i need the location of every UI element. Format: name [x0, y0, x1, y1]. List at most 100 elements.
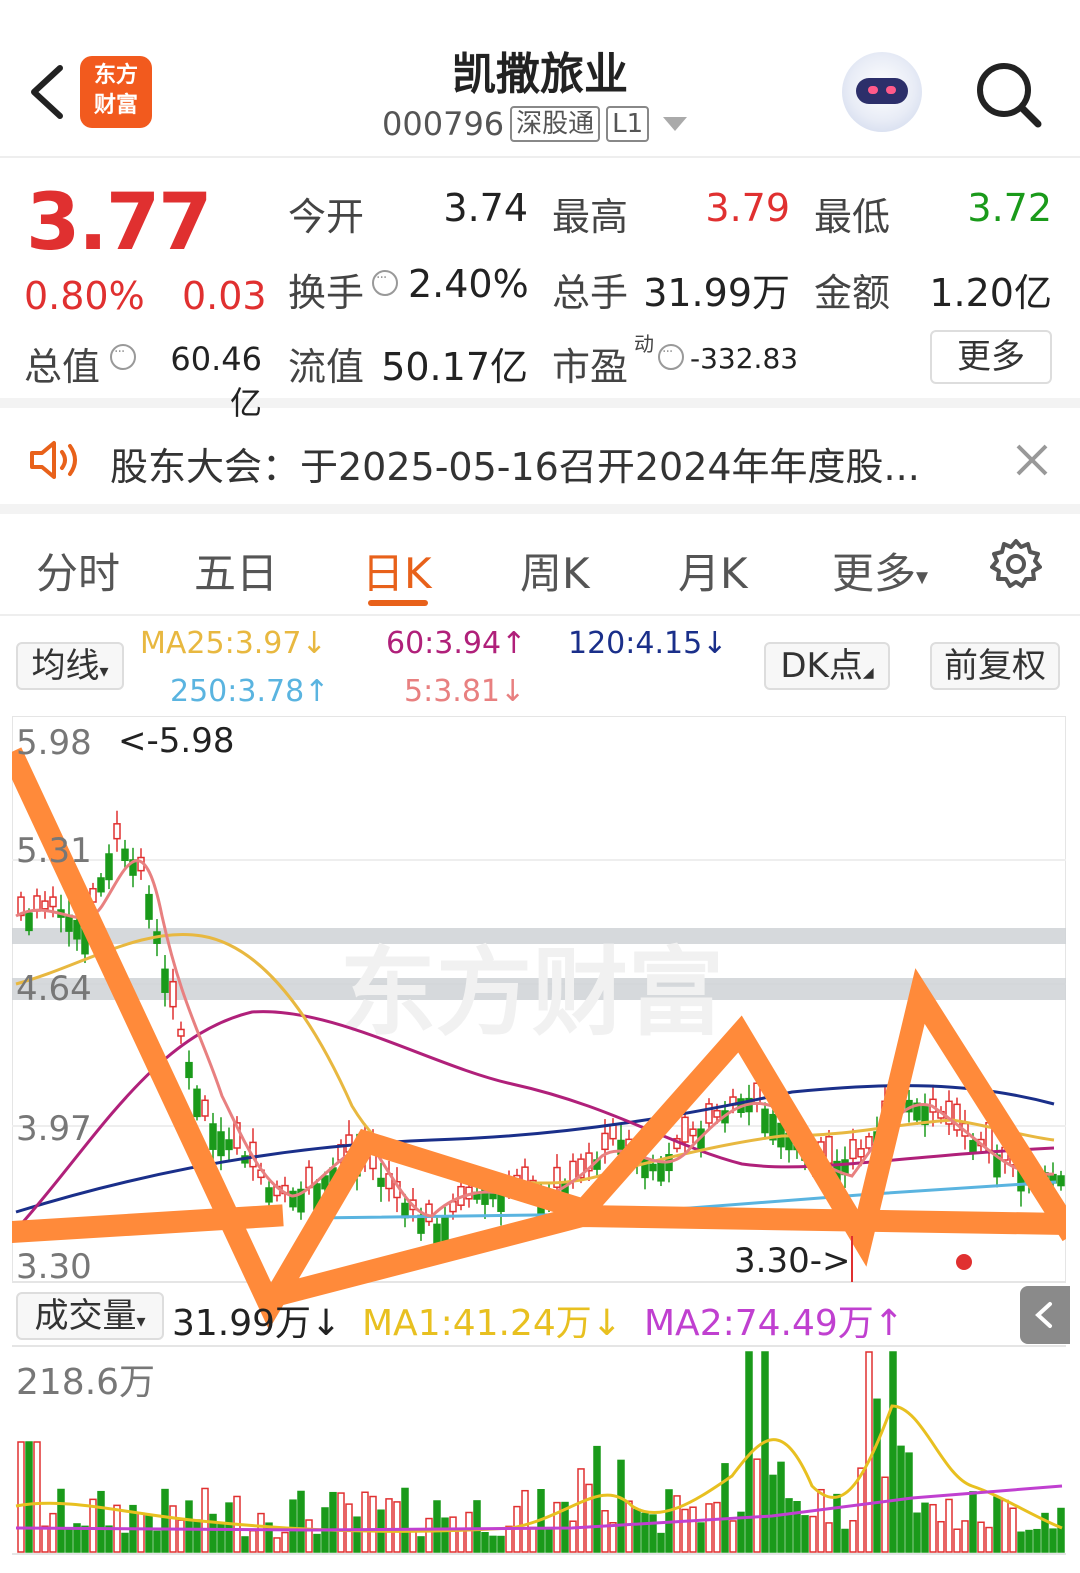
candle-body [201, 1099, 209, 1117]
candle-body [849, 1139, 857, 1160]
volume-bar [569, 1520, 577, 1553]
gear-icon[interactable] [990, 538, 1042, 590]
robot-assistant-icon[interactable] [842, 52, 922, 132]
volume-bar [529, 1526, 537, 1553]
dk-point-button[interactable]: DK点◢ [764, 642, 890, 690]
volume-selector-caret-icon: ▾ [136, 1311, 146, 1332]
volume-bar [313, 1533, 321, 1553]
volume-bar [617, 1459, 625, 1553]
volume-bar [41, 1525, 49, 1553]
volume-bar [441, 1517, 449, 1553]
candle-body [425, 1203, 433, 1223]
volume-bar [49, 1512, 57, 1553]
volume-bar [497, 1535, 505, 1553]
volume-bar [929, 1503, 937, 1553]
volume-bar [937, 1520, 945, 1553]
volume-bar [369, 1495, 377, 1553]
tab-monthly-k[interactable]: 月K [678, 540, 748, 601]
candle-body [169, 980, 177, 1008]
min-price-marker: 3.30-> [734, 1241, 850, 1281]
volume-bar [401, 1487, 409, 1553]
volume-bar [145, 1515, 153, 1553]
pe-info-icon[interactable] [658, 344, 684, 370]
volume-bar [521, 1489, 529, 1553]
ma60-label: 60:3.94↑ [386, 626, 527, 661]
tab-intraday[interactable]: 分时 [36, 540, 120, 601]
indicator-selector[interactable]: 均线▾ [16, 642, 124, 690]
volume-bar [329, 1491, 337, 1553]
active-tab-indicator [368, 600, 428, 606]
candle-body [41, 900, 49, 910]
stock-code-row[interactable]: 000796 深股通 L1 [382, 104, 688, 144]
amount-label: 金额 [814, 271, 891, 315]
chevron-left-icon [1035, 1302, 1052, 1328]
high-value: 3.79 [705, 186, 790, 230]
candle-body [161, 968, 169, 993]
tab-weekly-k[interactable]: 周K [520, 540, 590, 601]
change-amount: 0.03 [182, 274, 267, 318]
candle-body [609, 1124, 617, 1140]
volume-bar [185, 1500, 193, 1553]
volume-bar [57, 1488, 65, 1553]
max-price-marker: <-5.98 [118, 721, 234, 761]
volume-label: 总手 [552, 271, 629, 315]
candle-body [689, 1128, 697, 1137]
tab-more-label: 更多 [832, 549, 917, 598]
tab-daily-k[interactable]: 日K [362, 540, 432, 601]
tab-more[interactable]: 更多▾ [832, 540, 928, 601]
open-value: 3.74 [443, 186, 528, 230]
candle-body [417, 1214, 425, 1234]
volume-bar [425, 1517, 433, 1553]
volume-bar [601, 1510, 609, 1553]
volume-bar [273, 1537, 281, 1553]
pe-label: 市盈 [552, 345, 629, 389]
volume-bar [1033, 1528, 1041, 1553]
candle-body [713, 1109, 721, 1118]
volume-bar [681, 1508, 689, 1553]
volume-bar [673, 1495, 681, 1553]
candle-body [1057, 1175, 1065, 1187]
volume-bar [1017, 1531, 1025, 1553]
volume-value: 31.99万↓ [172, 1303, 342, 1344]
candle-body [193, 1088, 201, 1118]
volume-bar [281, 1531, 289, 1553]
volume-bar [817, 1488, 825, 1553]
candle-body [65, 914, 73, 932]
volume-bar [25, 1441, 33, 1553]
volume-bar [433, 1500, 441, 1553]
candle-body [225, 1139, 233, 1151]
side-panel-toggle[interactable] [1020, 1286, 1070, 1344]
y-tick-4: 3.97 [16, 1109, 92, 1149]
adjust-mode-button[interactable]: 前复权 [930, 642, 1060, 690]
volume-bar [849, 1519, 857, 1553]
mcap-info-icon[interactable] [110, 344, 136, 370]
tab-five-day[interactable]: 五日 [194, 540, 278, 601]
volume-bar [705, 1503, 713, 1553]
volume-selector-label: 成交量 [34, 1296, 137, 1336]
turnover-info-icon[interactable] [372, 270, 398, 296]
close-icon[interactable] [1012, 440, 1052, 480]
volume-bar [833, 1493, 841, 1553]
volume-bars [17, 1351, 1065, 1553]
volume-bar [793, 1501, 801, 1553]
volume-bar [649, 1514, 657, 1553]
volume-bar [977, 1521, 985, 1553]
volume-bar [457, 1529, 465, 1553]
volume-bar [33, 1441, 41, 1553]
volume-bar [881, 1476, 889, 1553]
candle-body [73, 919, 81, 940]
volume-bar [593, 1445, 601, 1553]
notice-text[interactable]: 股东大会：于2025-05-16召开2024年年度股... [110, 436, 920, 491]
volume-bar [81, 1525, 89, 1553]
volume-bar [713, 1501, 721, 1553]
dropdown-caret-icon[interactable] [663, 117, 688, 131]
volume-bar [385, 1498, 393, 1553]
more-button[interactable]: 更多 [930, 330, 1052, 384]
candle-body [97, 877, 105, 893]
search-icon[interactable] [972, 58, 1044, 130]
volume-bar [297, 1490, 305, 1553]
volume-bar [209, 1513, 217, 1553]
volume-indicator-selector[interactable]: 成交量▾ [16, 1292, 164, 1340]
volume-bar [249, 1529, 257, 1553]
kline-chart[interactable]: 东方财富 5.98 <-5.98 5.31 4.64 3.97 3.30 3.3… [12, 716, 1066, 1556]
